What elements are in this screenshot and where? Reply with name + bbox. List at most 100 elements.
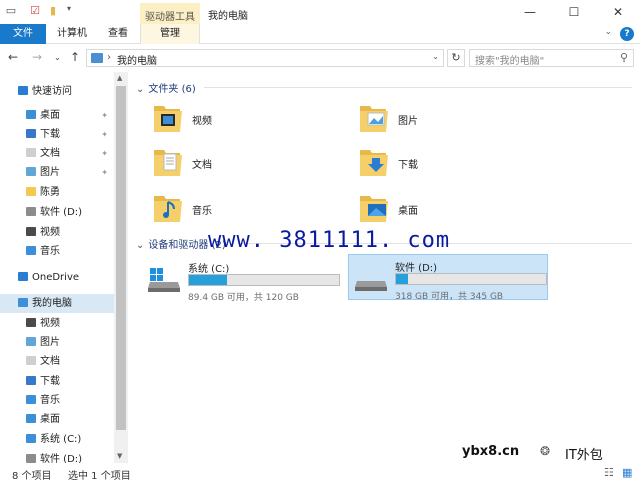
folder-item[interactable]: 文档 [152,144,342,184]
sidebar-item[interactable]: 图片 ✦ [0,163,114,182]
maximize-button[interactable]: ☐ [552,0,596,24]
sidebar-item[interactable]: 文档 [0,352,114,371]
sidebar-item[interactable]: 音乐 [0,242,114,261]
scroll-down-icon[interactable]: ▼ [117,452,122,460]
sidebar-item[interactable]: 陈勇 [0,183,114,202]
sidebar-item[interactable]: 视频 [0,223,114,242]
folder-item[interactable]: 音乐 [152,190,342,230]
sidebar-item[interactable]: 图片 [0,333,114,352]
close-button[interactable]: ✕ [596,0,640,24]
folder-item[interactable]: 下载 [358,144,548,184]
drive-usage-fill [396,274,408,284]
sidebar-item[interactable]: 下载 [0,372,114,391]
tab-view[interactable]: 查看 [98,24,138,44]
sidebar-item-label: OneDrive [32,272,80,283]
nav-scrollbar[interactable]: ▲ ▼ [114,72,128,463]
sidebar-item[interactable]: 文档 ✦ [0,144,114,163]
drive-icon [26,454,36,463]
sidebar-item[interactable]: 音乐 [0,391,114,410]
sidebar-item[interactable]: 软件 (D:) [0,450,114,463]
sidebar-item[interactable]: 桌面 [0,410,114,429]
folder-item[interactable]: 桌面 [358,190,548,230]
pin-icon: ✦ [101,168,108,177]
sidebar-item-label: 桌面 [40,414,60,425]
music-icon [26,246,36,255]
collapse-chevron-icon[interactable]: ⌄ [136,84,144,95]
details-view-icon[interactable]: ☷ [604,466,614,479]
navigation-pane: 快速访问 桌面 ✦ 下载 ✦ 文档 ✦ 图片 ✦ 陈勇 软件 (D:) 视频 音乐 OneDrive 我的电… [0,72,128,463]
back-arrow-icon[interactable]: ← [8,50,18,64]
content-pane: ⌄ 文件夹 (6) 视频 图片 文档 下载 音乐 桌面 ⌄ 设备和驱动器 (2) 系统 (C:… [128,72,640,463]
pin-icon: ✦ [101,111,108,120]
scrollbar-thumb[interactable] [116,86,126,430]
sidebar-item[interactable]: 快速访问 [0,82,114,101]
help-icon[interactable]: ? [620,27,634,41]
sidebar-item[interactable]: 桌面 ✦ [0,106,114,125]
picture-icon [26,337,36,346]
collapse-chevron-icon[interactable]: ⌄ [136,240,144,251]
sidebar-item[interactable]: 系统 (C:) [0,430,114,449]
folder-item[interactable]: 视频 [152,100,342,140]
selection-count: 选中 1 个项目 [68,471,131,482]
drive-item[interactable]: 系统 (C:) 89.4 GB 可用，共 120 GB [142,256,342,303]
breadcrumb-separator-icon[interactable]: › [107,52,111,63]
computer-icon [91,53,103,63]
app-icon[interactable]: ▭ [4,4,18,20]
address-dropdown-icon[interactable]: ⌄ [432,52,439,61]
customize-toolbar-icon[interactable]: ▾ [62,4,76,20]
folder-label: 下载 [398,160,418,171]
minimize-button[interactable]: — [508,0,552,24]
properties-icon[interactable]: ☑ [28,4,42,20]
tab-file[interactable]: 文件 [0,24,46,44]
drive-usage-fill [189,275,228,285]
tab-manage[interactable]: 管理 [140,24,200,44]
ribbon-tabs: 文件 计算机 查看 管理 ⌄ ? [0,24,640,44]
hard-drive-icon [355,267,389,291]
item-count: 8 个项目 [12,471,52,482]
pin-icon: ✦ [101,149,108,158]
onedrive-icon [18,272,28,281]
address-bar[interactable]: › 我的电脑 ⌄ [86,49,444,67]
video-icon [26,318,36,327]
video-icon [26,227,36,236]
drive-item[interactable]: 软件 (D:) 318 GB 可用，共 345 GB [348,254,548,302]
ribbon-collapse-icon[interactable]: ⌄ [604,27,612,37]
recent-dropdown-icon[interactable]: ⌄ [54,53,61,62]
sidebar-item[interactable]: 视频 [0,314,114,333]
window-title: 我的电脑 [208,11,248,22]
download-icon [26,376,36,385]
sidebar-item-label: 图片 [40,167,60,178]
sidebar-item[interactable]: 下载 ✦ [0,125,114,144]
sidebar-item-label: 音乐 [40,395,60,406]
breadcrumb[interactable]: 我的电脑 [117,52,157,67]
sidebar-item-label: 图片 [40,337,60,348]
folder-item[interactable]: 图片 [358,100,548,140]
sidebar-item[interactable]: OneDrive [0,268,114,287]
folder-label: 文档 [192,160,212,171]
system-drive-icon [148,268,182,292]
search-icon: ⚲ [619,51,628,64]
sidebar-item[interactable]: 软件 (D:) [0,203,114,222]
new-folder-icon[interactable]: ▮ [46,4,60,20]
scroll-up-icon[interactable]: ▲ [117,74,122,82]
sidebar-item-label: 快速访问 [32,86,72,97]
pictures-folder-icon [358,100,390,136]
folder-label: 桌面 [398,206,418,217]
desktop-icon [26,414,36,423]
search-input[interactable]: 搜索"我的电脑" ⚲ [469,49,634,67]
folder-icon [26,187,36,196]
refresh-button[interactable]: ↻ [447,49,465,67]
wechat-icon: ❂ [540,444,551,458]
folders-group-header[interactable]: ⌄ 文件夹 (6) [136,80,196,95]
drive-usage-bar [395,273,547,285]
sidebar-item-label: 陈勇 [40,187,60,198]
large-icons-view-icon[interactable]: ▦ [622,466,632,479]
star-icon [18,86,28,95]
tab-computer[interactable]: 计算机 [52,24,92,44]
system-drive-icon [26,434,36,443]
forward-arrow-icon[interactable]: → [32,50,42,64]
up-arrow-icon[interactable]: ↑ [70,50,80,64]
sidebar-item[interactable]: 我的电脑 [0,294,114,313]
sidebar-item-label: 视频 [40,227,60,238]
sidebar-item-label: 我的电脑 [32,298,72,309]
